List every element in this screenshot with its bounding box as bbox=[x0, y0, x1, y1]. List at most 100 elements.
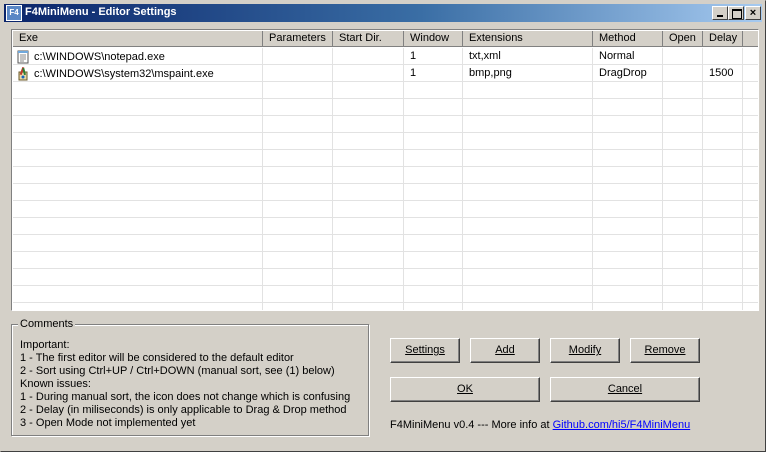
table-row[interactable]: c:\WINDOWS\notepad.exe 1 txt,xml Normal bbox=[13, 48, 758, 65]
empty-row bbox=[13, 286, 758, 303]
minimize-button[interactable] bbox=[712, 6, 728, 20]
list-header: Exe Parameters Start Dir. Window Extensi… bbox=[13, 31, 758, 47]
empty-cell bbox=[463, 150, 593, 167]
empty-cell bbox=[463, 99, 593, 116]
empty-cell bbox=[743, 286, 758, 303]
table-row[interactable]: c:\WINDOWS\system32\mspaint.exe 1 bmp,png D… bbox=[13, 65, 758, 82]
cell-filler bbox=[743, 65, 758, 82]
empty-cell bbox=[463, 82, 593, 99]
empty-cell bbox=[593, 116, 663, 133]
cell-window: 1 bbox=[404, 65, 463, 82]
comment-line: 2 - Sort using Ctrl+UP / Ctrl+DOWN (manu… bbox=[20, 365, 335, 377]
editors-list[interactable]: Exe Parameters Start Dir. Window Extensi… bbox=[11, 29, 759, 311]
settings-button[interactable]: Settings bbox=[390, 338, 460, 363]
empty-cell bbox=[404, 269, 463, 286]
notepad-icon bbox=[16, 50, 30, 64]
empty-cell bbox=[404, 116, 463, 133]
column-header-open[interactable]: Open bbox=[663, 31, 703, 47]
window-title: F4MiniMenu - Editor Settings bbox=[25, 6, 177, 18]
exe-path: c:\WINDOWS\system32\mspaint.exe bbox=[34, 67, 214, 80]
column-header-exe[interactable]: Exe bbox=[13, 31, 263, 47]
empty-cell bbox=[404, 286, 463, 303]
cell-open bbox=[663, 65, 703, 82]
empty-cell bbox=[263, 116, 333, 133]
comment-line: 3 - Open Mode not implemented yet bbox=[20, 417, 196, 429]
empty-cell bbox=[463, 201, 593, 218]
cell-delay bbox=[703, 48, 743, 65]
empty-cell bbox=[13, 167, 263, 184]
empty-cell bbox=[333, 150, 404, 167]
empty-cell bbox=[263, 235, 333, 252]
column-header-extensions[interactable]: Extensions bbox=[463, 31, 593, 47]
empty-cell bbox=[703, 167, 743, 184]
empty-cell bbox=[463, 252, 593, 269]
empty-row bbox=[13, 252, 758, 269]
empty-row bbox=[13, 82, 758, 99]
empty-cell bbox=[663, 201, 703, 218]
empty-cell bbox=[13, 184, 263, 201]
empty-cell bbox=[263, 184, 333, 201]
add-button-label: Add bbox=[495, 344, 515, 356]
cell-filler bbox=[743, 48, 758, 65]
maximize-button[interactable] bbox=[728, 6, 744, 20]
empty-cell bbox=[333, 286, 404, 303]
empty-cell bbox=[703, 201, 743, 218]
empty-cell bbox=[663, 303, 703, 310]
column-header-method[interactable]: Method bbox=[593, 31, 663, 47]
comment-line: 1 - The first editor will be considered … bbox=[20, 352, 294, 364]
empty-cell bbox=[703, 218, 743, 235]
cell-start-dir bbox=[333, 48, 404, 65]
list-rows: c:\WINDOWS\notepad.exe 1 txt,xml Normal c:\W… bbox=[13, 48, 758, 310]
empty-cell bbox=[463, 303, 593, 310]
empty-row bbox=[13, 235, 758, 252]
column-header-start-dir[interactable]: Start Dir. bbox=[333, 31, 404, 47]
empty-row bbox=[13, 269, 758, 286]
empty-row bbox=[13, 303, 758, 310]
empty-cell bbox=[404, 235, 463, 252]
empty-cell bbox=[13, 133, 263, 150]
empty-cell bbox=[593, 303, 663, 310]
empty-cell bbox=[263, 167, 333, 184]
empty-cell bbox=[663, 269, 703, 286]
empty-cell bbox=[663, 116, 703, 133]
empty-cell bbox=[404, 303, 463, 310]
empty-cell bbox=[404, 99, 463, 116]
empty-cell bbox=[333, 133, 404, 150]
empty-cell bbox=[333, 201, 404, 218]
remove-button[interactable]: Remove bbox=[630, 338, 700, 363]
title-bar[interactable]: F4 F4MiniMenu - Editor Settings × bbox=[4, 4, 762, 22]
empty-cell bbox=[13, 303, 263, 310]
cancel-button-label: Cancel bbox=[607, 383, 643, 395]
empty-cell bbox=[743, 167, 758, 184]
close-button[interactable]: × bbox=[745, 6, 761, 20]
cell-parameters bbox=[263, 48, 333, 65]
empty-cell bbox=[743, 218, 758, 235]
empty-cell bbox=[333, 269, 404, 286]
column-header-delay[interactable]: Delay bbox=[703, 31, 743, 47]
empty-cell bbox=[663, 235, 703, 252]
empty-cell bbox=[333, 82, 404, 99]
editor-settings-window: F4 F4MiniMenu - Editor Settings × Exe Pa… bbox=[0, 0, 766, 452]
empty-row bbox=[13, 167, 758, 184]
column-header-window[interactable]: Window bbox=[404, 31, 463, 47]
comment-line: 2 - Delay (in miliseconds) is only appli… bbox=[20, 404, 347, 416]
empty-cell bbox=[404, 167, 463, 184]
empty-cell bbox=[13, 218, 263, 235]
empty-cell bbox=[13, 235, 263, 252]
cell-exe: c:\WINDOWS\notepad.exe bbox=[13, 48, 263, 65]
empty-cell bbox=[663, 252, 703, 269]
close-icon: × bbox=[749, 7, 757, 19]
modify-button[interactable]: Modify bbox=[550, 338, 620, 363]
empty-cell bbox=[404, 252, 463, 269]
empty-cell bbox=[463, 269, 593, 286]
empty-cell bbox=[663, 286, 703, 303]
empty-cell bbox=[703, 133, 743, 150]
empty-cell bbox=[663, 218, 703, 235]
empty-cell bbox=[663, 167, 703, 184]
column-header-parameters[interactable]: Parameters bbox=[263, 31, 333, 47]
empty-cell bbox=[593, 133, 663, 150]
ok-button[interactable]: OK bbox=[390, 377, 540, 402]
github-link[interactable]: Github.com/hi5/F4MiniMenu bbox=[553, 419, 691, 431]
cancel-button[interactable]: Cancel bbox=[550, 377, 700, 402]
add-button[interactable]: Add bbox=[470, 338, 540, 363]
